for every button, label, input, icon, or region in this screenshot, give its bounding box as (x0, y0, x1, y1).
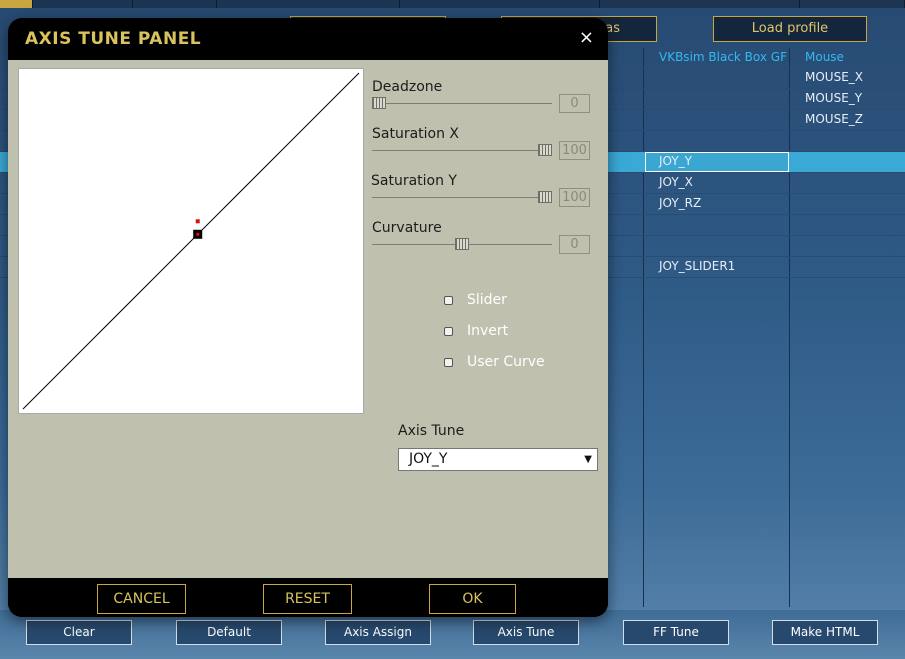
curvature-label: Curvature (372, 220, 442, 236)
deadzone-value[interactable]: 0 (559, 94, 590, 113)
load-profile-button[interactable]: Load profile (713, 16, 867, 42)
saturation-y-value[interactable]: 100 (559, 188, 590, 207)
table-cell[interactable]: JOY_Y (659, 154, 692, 168)
table-cell[interactable]: MOUSE_Y (805, 91, 862, 105)
user-curve-checkbox-label: User Curve (467, 354, 545, 370)
response-curve-line (22, 72, 360, 410)
curvature-value[interactable]: 0 (559, 235, 590, 254)
saturation-y-label: Saturation Y (371, 173, 457, 189)
saturation-x-label: Saturation X (372, 126, 460, 142)
curvature-slider-thumb[interactable] (455, 238, 469, 250)
saturation-y-slider-thumb[interactable] (538, 191, 552, 203)
column-divider (789, 48, 790, 607)
table-cell[interactable]: MOUSE_X (805, 70, 863, 84)
top-tab-strip (0, 0, 905, 8)
make-html-button[interactable]: Make HTML (772, 620, 878, 645)
deadzone-slider-thumb[interactable] (372, 97, 386, 109)
saturation-y-track[interactable] (372, 197, 552, 198)
column-header-mouse[interactable]: Mouse (805, 50, 844, 64)
slider-checkbox-label: Slider (467, 292, 507, 308)
user-curve-checkbox[interactable] (444, 357, 453, 367)
top-tab[interactable] (33, 0, 133, 8)
deadzone-label: Deadzone (372, 79, 443, 95)
invert-checkbox-label: Invert (467, 323, 509, 339)
dialog-footer: CANCEL RESET OK (8, 578, 608, 617)
close-icon[interactable]: × (579, 27, 594, 48)
axis-tune-dialog: AXIS TUNE PANEL × Deadzone 0 Saturation … (8, 18, 608, 617)
saturation-x-track[interactable] (372, 150, 552, 151)
dialog-body: Deadzone 0 Saturation X 100 Saturation Y… (8, 60, 608, 578)
top-tab[interactable] (217, 0, 400, 8)
cancel-button[interactable]: CANCEL (97, 584, 186, 614)
top-tab[interactable] (600, 0, 800, 8)
table-cell[interactable]: MOUSE_Z (805, 112, 863, 126)
response-curve-graph[interactable] (18, 68, 364, 414)
column-divider (643, 48, 644, 607)
table-cell[interactable]: JOY_RZ (659, 196, 701, 210)
response-curve-svg (22, 72, 360, 410)
axis-assign-button[interactable]: Axis Assign (325, 620, 431, 645)
axis-tune-button[interactable]: Axis Tune (473, 620, 579, 645)
ok-button[interactable]: OK (429, 584, 516, 614)
table-cell[interactable]: JOY_SLIDER1 (659, 259, 735, 273)
invert-checkbox[interactable] (444, 326, 453, 336)
user-curve-option[interactable]: User Curve (444, 354, 545, 370)
invert-option[interactable]: Invert (444, 323, 508, 339)
top-tab[interactable] (133, 0, 217, 8)
default-button[interactable]: Default (176, 620, 282, 645)
axis-select-dropdown[interactable]: JOY_Y ▼ (398, 448, 598, 471)
bottom-toolbar (0, 610, 905, 659)
top-tab[interactable] (400, 0, 600, 8)
reset-button[interactable]: RESET (263, 584, 352, 614)
ff-tune-button[interactable]: FF Tune (623, 620, 729, 645)
dialog-title: AXIS TUNE PANEL (25, 29, 202, 49)
axis-select-value: JOY_Y (409, 451, 448, 467)
slider-checkbox[interactable] (444, 295, 453, 305)
column-header-device[interactable]: VKBsim Black Box GF (659, 50, 787, 64)
chevron-down-icon[interactable]: ▼ (584, 449, 592, 470)
slider-option[interactable]: Slider (444, 292, 507, 308)
saturation-x-value[interactable]: 100 (559, 141, 590, 160)
table-cell[interactable]: JOY_X (659, 175, 693, 189)
top-tab[interactable] (800, 0, 905, 8)
curve-position-marker-core (196, 232, 200, 236)
curve-input-dot (195, 219, 200, 224)
axis-tune-label: Axis Tune (398, 423, 465, 439)
saturation-x-slider-thumb[interactable] (538, 144, 552, 156)
deadzone-track[interactable] (372, 103, 552, 104)
clear-button[interactable]: Clear (26, 620, 132, 645)
top-tab-active[interactable] (0, 0, 33, 8)
